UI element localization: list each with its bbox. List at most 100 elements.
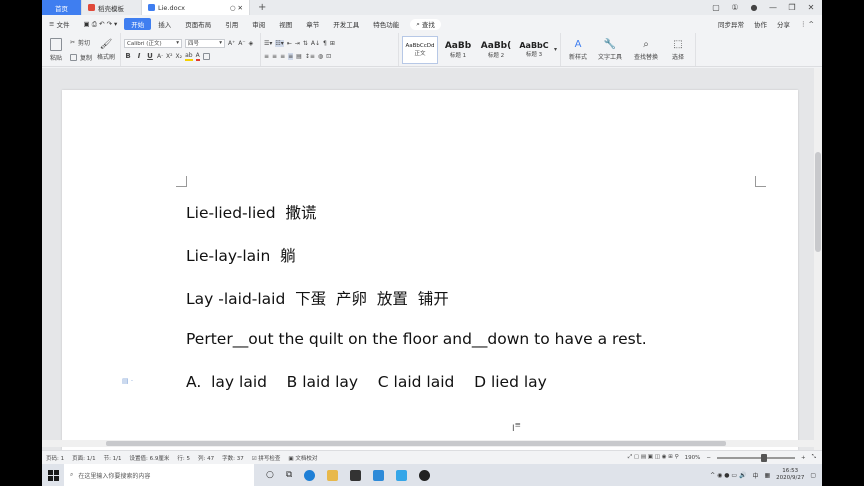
store-icon[interactable] [350, 469, 362, 481]
doc-line-4[interactable]: Perter__out the quilt on the floor and__… [186, 330, 647, 348]
layout-icon[interactable]: ▢ [711, 3, 721, 12]
close-tab-icon[interactable]: ○ ✕ [230, 4, 243, 12]
find-replace-button[interactable]: ⌕ 查找替换 [631, 39, 661, 61]
new-tab-button[interactable]: + [250, 2, 274, 13]
align-right-icon[interactable]: ≡ [280, 53, 285, 60]
style-heading2[interactable]: AaBb( 标题 2 [478, 36, 514, 64]
zoom-in-icon[interactable]: + [801, 455, 806, 461]
shading-icon[interactable]: ◍ [318, 53, 323, 60]
outdent-icon[interactable]: ⇤ [287, 40, 292, 47]
menu-page-layout[interactable]: 页面布局 [178, 16, 218, 32]
ime-indicator[interactable]: 中 [752, 471, 758, 480]
clear-format-icon[interactable]: ◈ [249, 40, 254, 47]
copy-button[interactable]: 复制 [70, 51, 92, 64]
format-painter-button[interactable]: 🖌 格式刷 [95, 39, 117, 61]
ime-icon[interactable]: ▦ [764, 472, 770, 479]
taskbar-search[interactable]: ⌕ 在这里输入你要搜索的内容 [64, 464, 254, 486]
style-heading3[interactable]: AaBbC 标题 3 [516, 36, 552, 64]
menu-references[interactable]: 引用 [218, 16, 245, 32]
menu-special[interactable]: 特色功能 [366, 16, 406, 32]
paste-button[interactable]: 粘贴 [45, 37, 67, 62]
indent-icon[interactable]: ⇥ [295, 40, 300, 47]
vertical-scroll-thumb[interactable] [815, 152, 821, 252]
wps-icon[interactable] [396, 469, 408, 481]
start-button[interactable] [42, 464, 64, 486]
tab-document[interactable]: Lie.docx ○ ✕ [142, 0, 250, 15]
sync-status[interactable]: 同步异常 [718, 19, 744, 29]
mail-icon[interactable] [373, 469, 385, 481]
notification-icon[interactable]: ▢ [810, 472, 816, 479]
collaborate-button[interactable]: 协作 [754, 19, 767, 29]
italic-icon[interactable]: I [135, 52, 143, 60]
zoom-slider[interactable] [716, 453, 795, 462]
line-spacing-icon[interactable]: ↕≡ [305, 53, 315, 60]
horizontal-scroll-thumb[interactable] [106, 441, 726, 446]
styles-more-icon[interactable]: ▾ [554, 46, 557, 53]
border-icon[interactable]: ⊡ [326, 53, 331, 60]
edge-icon[interactable] [304, 469, 316, 481]
select-button[interactable]: ⬚ 选择 [667, 39, 689, 61]
menu-developer[interactable]: 开发工具 [326, 16, 366, 32]
status-words[interactable]: 字数: 37 [222, 454, 244, 462]
menu-review[interactable]: 审阅 [245, 16, 272, 32]
paragraph-handle-icon[interactable]: ▤ · [122, 377, 133, 385]
clock[interactable]: 16:53 2020/9/27 [776, 468, 804, 482]
zoom-slider-knob[interactable] [760, 453, 767, 462]
restore-icon[interactable]: ❐ [787, 3, 797, 12]
close-icon[interactable]: ✕ [806, 3, 816, 12]
more-icon[interactable]: ⋮ ^ [800, 20, 814, 28]
align-left-icon[interactable]: ≡ [264, 53, 269, 60]
quick-access-icons[interactable]: ▣ ⎙ ↶ ↷ ▾ [77, 16, 125, 32]
new-style-button[interactable]: A 新样式 [567, 39, 589, 61]
fit-width-icon[interactable]: ⤡ [812, 454, 816, 461]
avatar[interactable]: ● [749, 3, 759, 12]
font-name-select[interactable]: Calibri (正文) ▾ [124, 38, 183, 48]
menu-insert[interactable]: 插入 [151, 16, 178, 32]
highlight-icon[interactable]: ab [185, 52, 193, 61]
para-extra-icon[interactable]: ⊞ [330, 40, 335, 47]
underline-icon[interactable]: U [146, 52, 154, 60]
menu-search[interactable]: ⌕ 查找 [410, 18, 441, 30]
tab-home[interactable]: 首页 [42, 0, 82, 15]
share-button[interactable]: 分享 [777, 19, 790, 29]
proofread-button[interactable]: ▣ 文档校对 [288, 454, 317, 462]
justify-icon[interactable]: ≡ [288, 52, 294, 60]
font-size-select[interactable]: 四号 ▾ [185, 38, 226, 48]
bold-icon[interactable]: B [124, 52, 132, 60]
view-mode-icons[interactable]: ⤢ ▢ ▤ ▣ ◫ ◉ ⊞ ⚲ [628, 454, 679, 461]
char-border-icon[interactable] [202, 52, 210, 60]
tab-template[interactable]: 稻壳模板 [82, 0, 142, 15]
task-switch-icon[interactable]: ⧉ [286, 470, 292, 480]
grow-font-icon[interactable]: A⁺ [228, 40, 235, 47]
menu-section[interactable]: 章节 [299, 16, 326, 32]
bullet-list-icon[interactable]: ☰▾ [264, 40, 272, 47]
zoom-out-icon[interactable]: − [706, 455, 711, 461]
distributed-icon[interactable]: ▤ [296, 53, 302, 60]
numbered-list-icon[interactable]: ☷▾ [275, 39, 284, 47]
minimize-icon[interactable]: — [768, 3, 778, 12]
align-center-icon[interactable]: ≡ [272, 53, 277, 60]
doc-line-5[interactable]: A. lay laid B laid lay C laid laid D lie… [186, 373, 547, 391]
style-normal[interactable]: AaBbCcDd 正文 [402, 35, 439, 64]
menu-home[interactable]: 开始 [124, 18, 152, 30]
explorer-icon[interactable] [327, 469, 339, 481]
doc-line-1[interactable]: Lie-lied-lied 撒谎 [186, 201, 317, 223]
text-tools-button[interactable]: 🔧 文字工具 [595, 39, 625, 61]
tray-icons[interactable]: ^ ◉ ● ▭ 🔊 [710, 472, 746, 479]
chinese-layout-icon[interactable]: ⇅ [303, 40, 308, 47]
horizontal-scrollbar[interactable] [42, 440, 814, 447]
style-heading1[interactable]: AaBb 标题 1 [440, 36, 476, 64]
zoom-value[interactable]: 190% [685, 455, 701, 461]
menu-view[interactable]: 视图 [272, 16, 299, 32]
font-effect-icon[interactable]: A· [157, 53, 163, 60]
doc-line-3[interactable]: Lay -laid-laid 下蛋 产卵 放置 铺开 [186, 287, 449, 309]
cut-button[interactable]: ✂ 剪切 [70, 36, 92, 49]
show-marks-icon[interactable]: ¶ [323, 40, 327, 47]
font-color-icon[interactable]: A [195, 52, 200, 61]
superscript-icon[interactable]: X² [166, 53, 173, 60]
subscript-icon[interactable]: X₂ [176, 53, 183, 60]
media-icon[interactable] [419, 469, 431, 481]
document-page[interactable]: Lie-lied-lied 撒谎 Lie-lay-lain 躺 Lay -lai… [62, 90, 798, 450]
badge-icon[interactable]: ① [730, 3, 740, 12]
shrink-font-icon[interactable]: A⁻ [238, 40, 245, 47]
